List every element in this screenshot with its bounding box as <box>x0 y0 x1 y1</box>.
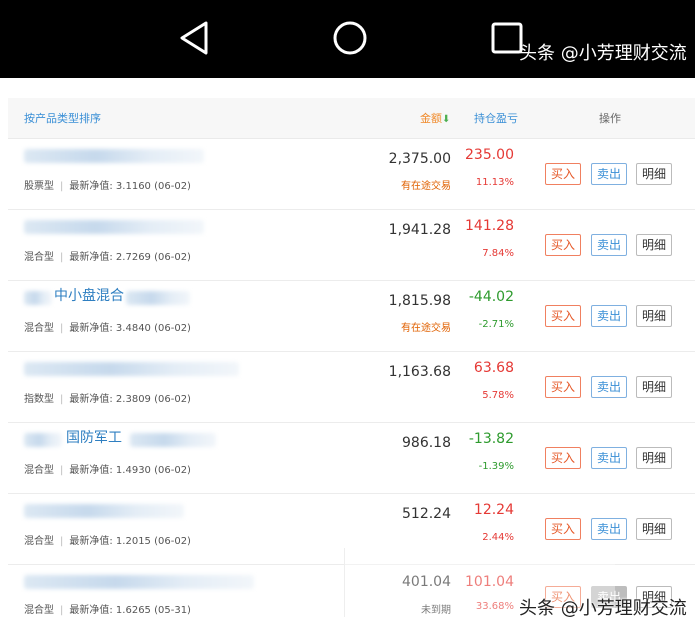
fund-type: 混合型 <box>24 252 54 263</box>
fund-nav: 最新净值: 1.4930 (06-02) <box>69 465 191 476</box>
sell-button[interactable]: 卖出 <box>591 518 628 540</box>
buy-button[interactable]: 买入 <box>545 518 582 540</box>
fund-meta: 混合型 | 最新净值: 1.6265 (05-31) <box>24 601 191 616</box>
transaction-status[interactable]: 有在途交易 <box>401 177 451 192</box>
table-row: 指数型 | 最新净值: 2.3809 (06-02) 1,163.68 63.68 … <box>8 352 695 423</box>
fund-nav: 最新净值: 1.6265 (05-31) <box>69 605 191 616</box>
meta-divider: | <box>60 394 64 405</box>
table-row: 中小盘混合 混合型 | 最新净值: 3.4840 (06-02) 1,815.98 … <box>8 281 695 352</box>
fund-meta: 股票型 | 最新净值: 3.1160 (06-02) <box>24 177 191 192</box>
holding-amount: 1,815.98 <box>388 293 451 309</box>
blurred-fund-name-left <box>24 291 52 305</box>
sell-button[interactable]: 卖出 <box>591 305 628 327</box>
holding-amount: 512.24 <box>402 506 451 522</box>
holding-profit: -13.82 <box>468 431 514 447</box>
profit-sort-header[interactable]: 持仓盈亏 <box>474 110 518 126</box>
home-icon[interactable] <box>332 20 368 56</box>
action-header: 操作 <box>599 112 621 125</box>
holding-profit: 235.00 <box>465 147 514 163</box>
fund-nav: 最新净值: 3.1160 (06-02) <box>69 181 191 192</box>
fund-name[interactable]: 国防军工 <box>66 427 122 447</box>
transaction-status[interactable]: 有在途交易 <box>401 319 451 334</box>
holding-profit: 12.24 <box>473 502 514 518</box>
detail-button[interactable]: 明细 <box>636 518 673 540</box>
detail-button[interactable]: 明细 <box>636 376 673 398</box>
meta-divider: | <box>60 252 64 263</box>
profit-percent: 5.78% <box>482 390 514 401</box>
fund-name[interactable]: 中小盘混合 <box>54 285 124 305</box>
meta-divider: | <box>60 465 64 476</box>
buy-button[interactable]: 买入 <box>545 234 582 256</box>
fund-nav: 最新净值: 3.4840 (06-02) <box>69 323 191 334</box>
table-row: 混合型 | 最新净值: 2.7269 (06-02) 1,941.28 141.28… <box>8 210 695 281</box>
watermark-bottom: 头条 @小芳理财交流 <box>519 598 687 619</box>
fund-type: 混合型 <box>24 465 54 476</box>
table-row: 国防军工 混合型 | 最新净值: 1.4930 (06-02) 986.18 -13… <box>8 423 695 494</box>
buy-button[interactable]: 买入 <box>545 376 582 398</box>
sort-down-icon: ⬇ <box>442 114 451 125</box>
sell-button[interactable]: 卖出 <box>591 376 628 398</box>
profit-percent: -1.39% <box>478 461 514 472</box>
sell-button[interactable]: 卖出 <box>591 163 628 185</box>
fund-nav: 最新净值: 1.2015 (06-02) <box>69 536 191 547</box>
blurred-fund-name <box>24 220 204 234</box>
fund-meta: 混合型 | 最新净值: 2.7269 (06-02) <box>24 248 191 263</box>
detail-button[interactable]: 明细 <box>636 234 673 256</box>
profit-percent: 7.84% <box>482 248 514 259</box>
blurred-fund-name-right <box>130 433 216 447</box>
profit-percent: 11.13% <box>475 177 514 188</box>
table-header: 按产品类型排序 金额⬇ 持仓盈亏 操作 <box>8 98 695 139</box>
fund-meta: 混合型 | 最新净值: 1.4930 (06-02) <box>24 461 191 476</box>
meta-divider: | <box>60 323 64 334</box>
holding-amount: 986.18 <box>402 435 451 451</box>
detail-button[interactable]: 明细 <box>636 447 673 469</box>
sell-button[interactable]: 卖出 <box>591 447 628 469</box>
profit-percent: 2.44% <box>482 532 514 543</box>
buy-button[interactable]: 买入 <box>545 163 582 185</box>
detail-button[interactable]: 明细 <box>636 305 673 327</box>
fund-nav: 最新净值: 2.3809 (06-02) <box>69 394 191 405</box>
buy-button[interactable]: 买入 <box>545 447 582 469</box>
blurred-fund-name <box>24 575 254 589</box>
fund-type: 混合型 <box>24 605 54 616</box>
holding-amount: 1,163.68 <box>388 364 451 380</box>
blurred-fund-name <box>24 149 204 163</box>
meta-divider: | <box>60 181 64 192</box>
back-icon[interactable] <box>178 20 210 56</box>
fund-type: 混合型 <box>24 323 54 334</box>
amount-header-label: 金额 <box>420 112 442 125</box>
blurred-fund-name-right <box>126 291 190 305</box>
blurred-fund-name <box>24 504 184 518</box>
blurred-fund-name <box>24 362 239 376</box>
holding-profit: 141.28 <box>465 218 514 234</box>
fund-meta: 混合型 | 最新净值: 3.4840 (06-02) <box>24 319 191 334</box>
holding-amount: 1,941.28 <box>388 222 451 238</box>
fund-type: 指数型 <box>24 394 54 405</box>
holding-profit: 63.68 <box>473 360 514 376</box>
profit-percent: -2.71% <box>478 319 514 330</box>
blurred-fund-name-left <box>24 433 62 447</box>
fund-nav: 最新净值: 2.7269 (06-02) <box>69 252 191 263</box>
fund-meta: 指数型 | 最新净值: 2.3809 (06-02) <box>24 390 191 405</box>
system-nav-bar: 头条 @小芳理财交流 <box>0 0 695 78</box>
meta-divider: | <box>60 605 64 616</box>
holding-amount: 2,375.00 <box>388 151 451 167</box>
amount-sort-header[interactable]: 金额⬇ <box>420 110 450 126</box>
detail-button[interactable]: 明细 <box>636 163 673 185</box>
sort-by-type-link[interactable]: 按产品类型排序 <box>24 110 101 126</box>
table-row: 股票型 | 最新净值: 3.1160 (06-02) 2,375.00 有在途交易 … <box>8 139 695 210</box>
fund-type: 股票型 <box>24 181 54 192</box>
holding-profit: -44.02 <box>468 289 514 305</box>
buy-button[interactable]: 买入 <box>545 305 582 327</box>
watermark-top: 头条 @小芳理财交流 <box>519 43 687 64</box>
fund-meta: 混合型 | 最新净值: 1.2015 (06-02) <box>24 532 191 547</box>
sell-button[interactable]: 卖出 <box>591 234 628 256</box>
fund-type: 混合型 <box>24 536 54 547</box>
meta-divider: | <box>60 536 64 547</box>
